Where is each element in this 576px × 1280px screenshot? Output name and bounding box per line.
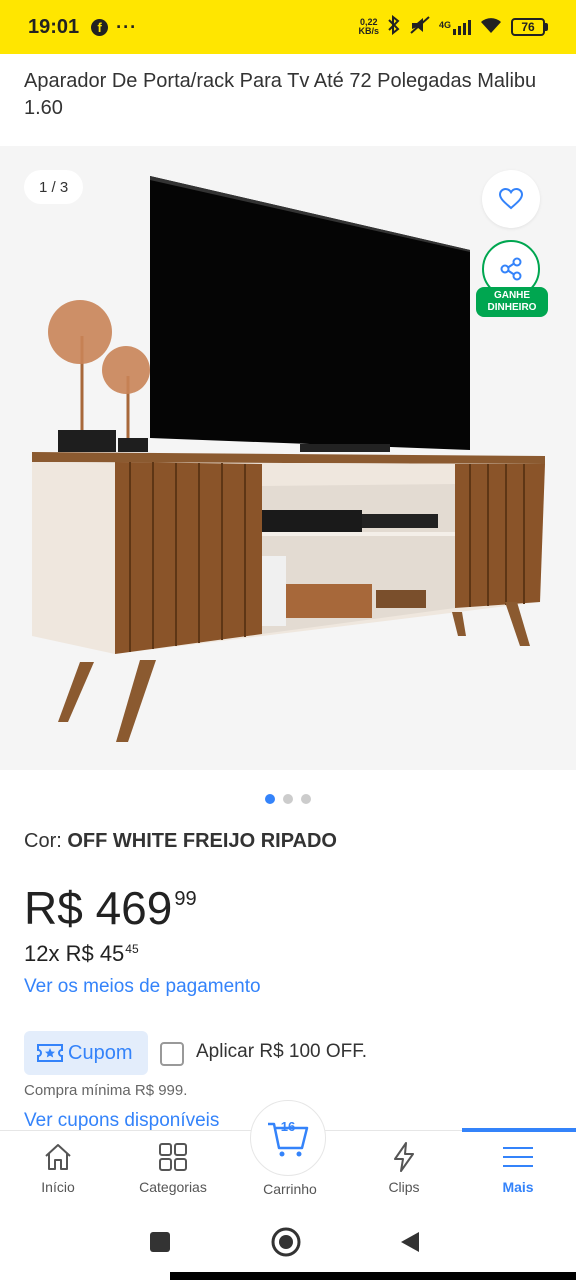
nav-label-mais: Mais [502,1179,534,1195]
heart-icon [498,187,524,210]
pagination-dot-2[interactable] [283,794,293,804]
lightning-icon [394,1142,414,1172]
min-purchase-note: Compra mínima R$ 999. [24,1082,188,1099]
battery-level: 76 [511,18,545,36]
product-title: Aparador De Porta/rack Para Tv Até 72 Po… [24,70,537,119]
coupon-label: Cupom [68,1041,133,1064]
color-selector: Cor: OFF WHITE FREIJO RIPADO [24,830,337,853]
price-main: R$ 469 [24,882,173,934]
nav-item-clips[interactable]: Clips [364,1131,444,1211]
battery-icon: 76 [511,18,548,36]
home-icon [45,1144,71,1170]
apply-coupon-checkbox[interactable] [160,1042,184,1066]
back-triangle-icon [401,1232,419,1252]
share-icon [500,257,522,281]
apply-coupon-text[interactable]: Aplicar R$ 100 OFF. [196,1041,367,1063]
back-button[interactable] [398,1230,422,1259]
earn-badge-line1: GANHE [493,290,531,301]
system-navigation-bar [0,1210,576,1280]
recent-apps-button[interactable] [148,1230,172,1259]
nav-label-categorias: Categorias [139,1179,207,1195]
cell-signal-icon: 4G [438,19,471,35]
cart-count-badge: 16 [280,1119,296,1134]
earn-badge-line2: DINHEIRO [487,302,537,313]
nav-label-carrinho: Carrinho [263,1181,317,1197]
network-speed-unit: KB/s [358,26,379,36]
installments-cents: 45 [125,942,139,956]
wifi-icon [479,16,503,39]
product-image-carousel[interactable]: 1 / 3 GANHE DINHEIRO [0,146,576,770]
nav-item-categorias[interactable]: Categorias [128,1131,218,1211]
price: R$ 469 99 [24,882,197,934]
nav-label-inicio: Início [41,1179,75,1195]
nav-item-mais[interactable]: Mais [478,1131,558,1211]
color-value: OFF WHITE FREIJO RIPADO [67,830,337,852]
home-button[interactable] [270,1226,302,1263]
product-image [32,176,545,742]
menu-icon [503,1147,533,1167]
price-cents: 99 [174,888,197,910]
facebook-icon: f [91,18,109,36]
square-icon [150,1232,170,1252]
earn-money-badge[interactable]: GANHE DINHEIRO [476,287,548,317]
nav-item-carrinho[interactable]: 16 [250,1100,326,1176]
product-title-section: Aparador De Porta/rack Para Tv Até 72 Po… [0,54,576,146]
pagination-dot-3[interactable] [301,794,311,804]
pagination-dot-1[interactable] [265,794,275,804]
image-pagination [0,794,576,804]
coupon-badge[interactable]: Cupom [24,1031,148,1075]
notification-more-icon: ··· [116,16,138,37]
nav-item-inicio[interactable]: Início [18,1131,98,1211]
bluetooth-icon [387,14,401,40]
installments-main: 12x R$ 45 [24,941,125,966]
see-coupons-link[interactable]: Ver cupons disponíveis [24,1110,219,1132]
coupon-icon [37,1044,63,1062]
color-label: Cor: [24,830,62,852]
nav-label-clips: Clips [388,1179,420,1195]
home-indicator [170,1272,576,1280]
favorite-button[interactable] [482,170,540,228]
mute-icon [409,15,431,40]
circle-icon [271,1227,301,1257]
status-time: 19:01 [28,15,80,38]
status-icons: 0,22 KB/s 4G 76 [358,14,548,40]
network-type: 4G [438,19,451,30]
nav-active-indicator [462,1128,576,1132]
installments: 12x R$ 45 45 [24,940,139,968]
image-counter: 1 / 3 [24,170,84,204]
payment-methods-link[interactable]: Ver os meios de pagamento [24,976,261,998]
grid-icon [159,1143,187,1171]
status-bar: 19:01 f ··· 0,22 KB/s 4G 76 [0,0,576,54]
network-speed: 0,22 KB/s [358,18,379,36]
